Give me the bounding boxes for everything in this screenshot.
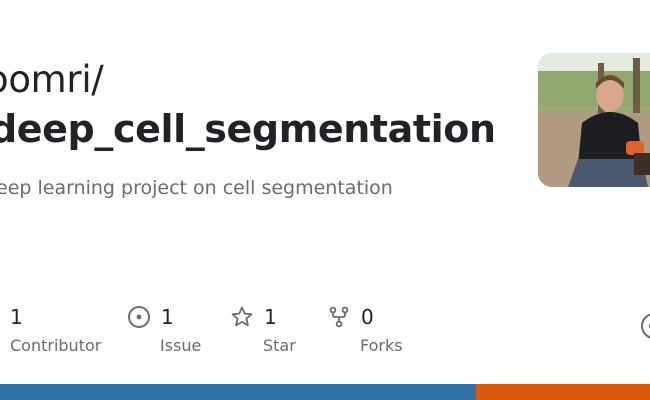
owner-avatar[interactable] [538, 53, 650, 187]
stat-value: 1 [161, 305, 174, 329]
stat-value: 1 [10, 305, 23, 329]
github-logo-icon [640, 312, 650, 340]
repo-forked-icon [327, 305, 351, 329]
language-bar-segment [0, 384, 477, 400]
stat-value: 1 [264, 305, 277, 329]
stat-label: Issue [160, 336, 202, 355]
repo-description: eep learning project on cell segmentatio… [0, 177, 393, 199]
stat-label: Contributor [10, 336, 102, 355]
stat-forks[interactable]: 0 Forks [327, 303, 403, 363]
stat-value: 0 [361, 305, 374, 329]
issue-opened-icon [127, 305, 151, 329]
stat-issues[interactable]: 1 Issue [127, 303, 201, 363]
stat-label: Forks [360, 336, 403, 355]
language-bar [0, 384, 650, 400]
avatar-photo-icon [538, 53, 650, 187]
stat-contributors[interactable]: 1 Contributor [10, 303, 101, 363]
repo-name[interactable]: deep_cell_segmentation [0, 105, 496, 153]
stat-label: Star [263, 336, 296, 355]
language-bar-segment [476, 384, 650, 400]
stat-stars[interactable]: 1 Star [230, 303, 296, 363]
repo-owner[interactable]: oomri/ [0, 58, 104, 102]
star-icon [230, 305, 254, 329]
